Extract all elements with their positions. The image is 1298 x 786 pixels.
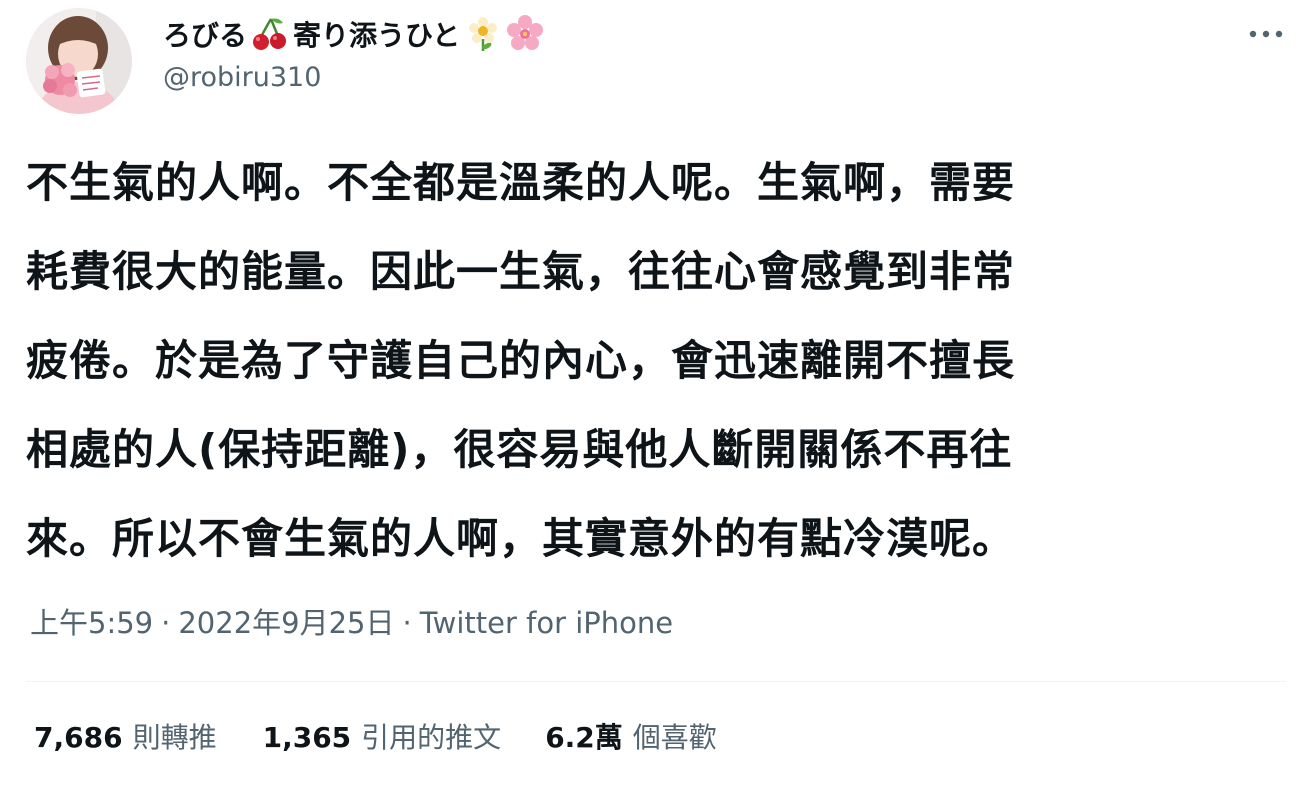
avatar-photo xyxy=(26,8,132,114)
tweet-card: ろびる 寄り添うひと @robiru310 不生氣的人啊。不全都是溫柔的人呢。生… xyxy=(0,0,1298,786)
retweets-count: 7,686 xyxy=(34,721,123,754)
cherry-blossom-icon xyxy=(506,15,544,53)
tweet-date[interactable]: 2022年9月25日 xyxy=(178,601,394,645)
tweet-text: 不生氣的人啊。不全都是溫柔的人呢。生氣啊，需要 耗費很大的能量。因此一生氣，往往… xyxy=(26,138,1274,583)
tweet-stats: 7,686 則轉推 1,365 引用的推文 6.2萬 個喜歡 xyxy=(34,716,717,760)
divider xyxy=(26,681,1286,682)
display-name: ろびる xyxy=(163,19,248,52)
display-name-suffix: 寄り添うひと xyxy=(293,19,461,52)
quotes-label: 引用的推文 xyxy=(361,721,502,754)
retweets-label: 則轉推 xyxy=(132,721,217,754)
tweet-text-line: 來。所以不會生氣的人啊，其實意外的有點冷漠呢。 xyxy=(26,514,1016,563)
author-handle[interactable]: @robiru310 xyxy=(163,62,321,93)
likes-stat[interactable]: 6.2萬 個喜歡 xyxy=(545,716,717,760)
cherries-icon xyxy=(251,15,289,53)
blossom-icon xyxy=(464,15,502,53)
quotes-count: 1,365 xyxy=(262,721,352,754)
tweet-time[interactable]: 上午5:59 xyxy=(30,601,153,645)
likes-label: 個喜歡 xyxy=(632,721,717,754)
more-options-button[interactable] xyxy=(1240,14,1292,54)
tweet-meta: 上午5:59 · 2022年9月25日 · Twitter for iPhone xyxy=(30,601,673,645)
avatar[interactable] xyxy=(26,8,132,114)
meta-separator: · xyxy=(161,606,171,640)
tweet-text-line: 不生氣的人啊。不全都是溫柔的人呢。生氣啊，需要 xyxy=(26,158,1016,207)
tweet-text-line: 疲倦。於是為了守護自己的內心，會迅速離開不擅長 xyxy=(26,336,1016,385)
tweet-text-line: 相處的人(保持距離)，很容易與他人斷開關係不再往 xyxy=(26,425,1013,474)
author-name-row[interactable]: ろびる 寄り添うひと xyxy=(163,10,544,58)
meta-separator: · xyxy=(402,606,412,640)
tweet-source[interactable]: Twitter for iPhone xyxy=(420,601,673,645)
tweet-text-line: 耗費很大的能量。因此一生氣，往往心會感覺到非常 xyxy=(26,247,1016,296)
retweets-stat[interactable]: 7,686 則轉推 xyxy=(34,716,217,760)
quotes-stat[interactable]: 1,365 引用的推文 xyxy=(263,716,502,760)
more-dots-icon xyxy=(1249,30,1283,38)
likes-count: 6.2萬 xyxy=(545,721,623,754)
